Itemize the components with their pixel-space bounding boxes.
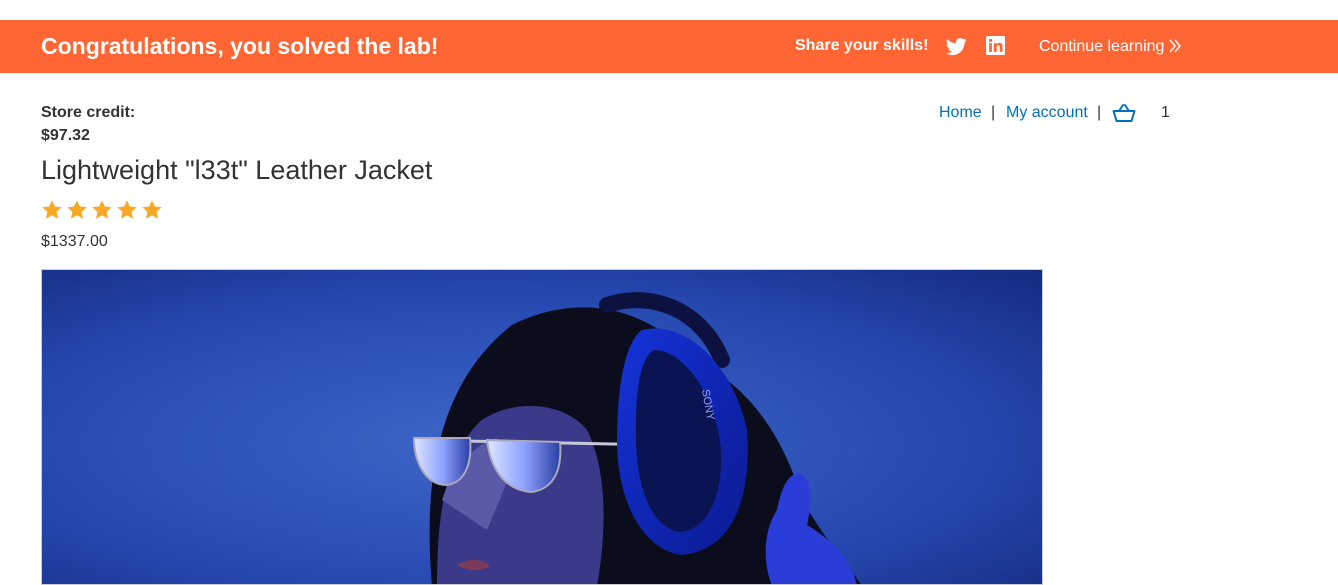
linkedin-icon[interactable] [986,36,1005,55]
star-icon [142,200,162,219]
linkedin-icon-graphic [986,36,1005,55]
nav-separator: | [1097,104,1102,121]
product-photo-graphic: SONY [42,270,1042,584]
continue-learning-link[interactable]: Continue learning [1039,37,1164,56]
star-icon [42,200,62,219]
star-icon [92,200,112,219]
star-icon [117,200,137,219]
shopping-basket-icon[interactable] [1112,103,1136,123]
star-icon [67,200,87,219]
store-credit-value: $97.32 [41,127,90,144]
lab-solved-banner: Congratulations, you solved the lab! Sha… [0,20,1338,73]
product-title: Lightweight "l33t" Leather Jacket [41,155,433,185]
store-credit-label: Store credit: [41,104,136,121]
twitter-icon[interactable] [945,36,967,57]
share-skills-label: Share your skills! [795,37,929,54]
banner-message: Congratulations, you solved the lab! [41,33,439,59]
nav-my-account-link[interactable]: My account [1006,103,1088,122]
rating-stars [41,199,163,221]
nav-separator: | [991,104,996,121]
double-chevron-right-icon[interactable] [1168,38,1182,54]
nav-home-link[interactable]: Home [939,103,982,122]
twitter-icon-graphic [945,38,967,56]
cart-count[interactable]: 1 [1161,103,1170,122]
product-price: $1337.00 [41,233,108,250]
product-photo: SONY [41,269,1043,585]
